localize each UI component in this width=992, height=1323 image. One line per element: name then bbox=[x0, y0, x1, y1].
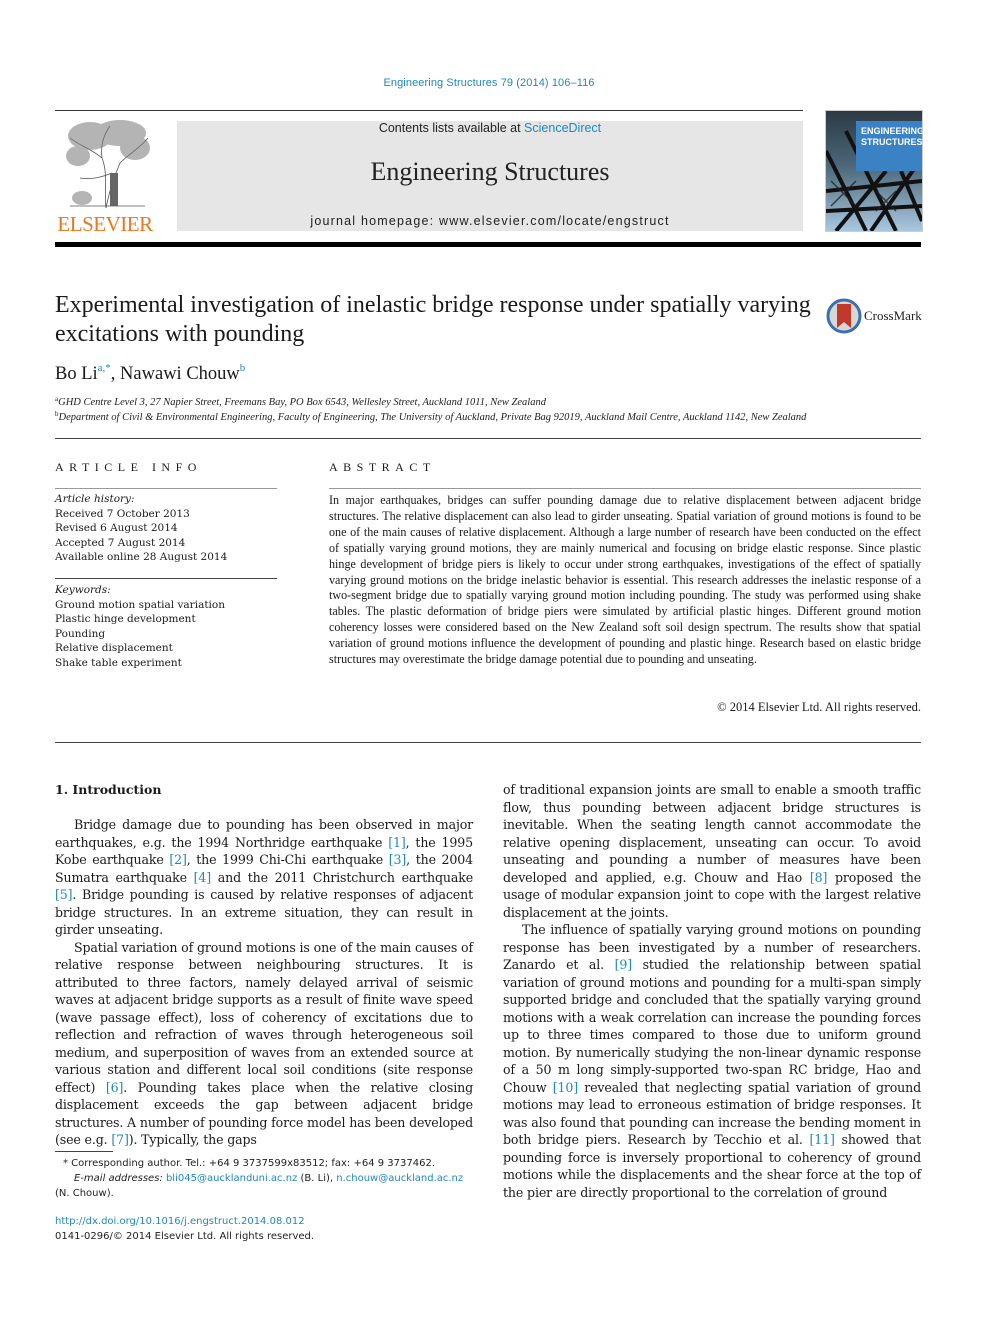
body-paragraph: of traditional expansion joints are smal… bbox=[503, 781, 921, 921]
sciencedirect-link[interactable]: ScienceDirect bbox=[524, 121, 601, 135]
footnote: * Corresponding author. Tel.: +64 9 3737… bbox=[55, 1156, 473, 1201]
affiliation-text: Department of Civil & Environmental Engi… bbox=[58, 412, 807, 423]
journal-name: Engineering Structures bbox=[370, 157, 610, 186]
citation-link[interactable]: [5] bbox=[55, 887, 73, 902]
abstract-text: In major earthquakes, bridges can suffer… bbox=[329, 493, 921, 667]
corresponding-author-note: * Corresponding author. Tel.: +64 9 3737… bbox=[63, 1158, 436, 1169]
citation-link[interactable]: [1] bbox=[388, 835, 406, 850]
crossmark-button[interactable]: CrossMark bbox=[826, 298, 926, 334]
email-link-li[interactable]: bli045@aucklanduni.ac.nz bbox=[166, 1173, 297, 1184]
article-info-heading: ARTICLE INFO bbox=[55, 460, 202, 474]
keywords: Keywords: Ground motion spatial variatio… bbox=[55, 583, 225, 670]
affiliation-text: GHD Centre Level 3, 27 Napier Street, Fr… bbox=[58, 397, 546, 408]
abstract-rule bbox=[329, 488, 921, 489]
paragraph-text: , the 1999 Chi-Chi earthquake bbox=[186, 852, 389, 867]
header-rule bbox=[55, 110, 803, 111]
crossmark-label: CrossMark bbox=[864, 308, 922, 323]
history-item: Available online 28 August 2014 bbox=[55, 551, 228, 563]
paragraph-text: studied the relationship between spatial… bbox=[503, 957, 921, 1095]
journal-banner: Contents lists available at ScienceDirec… bbox=[177, 121, 803, 231]
article-info-rule bbox=[55, 488, 277, 489]
citation-link[interactable]: [11] bbox=[809, 1132, 834, 1147]
contents-line: Contents lists available at ScienceDirec… bbox=[177, 121, 803, 135]
issn-copyright: 0141-0296/© 2014 Elsevier Ltd. All right… bbox=[55, 1231, 315, 1242]
citation-link[interactable]: [9] bbox=[615, 957, 633, 972]
author-name[interactable]: Bo Li bbox=[55, 364, 98, 384]
header-thick-rule bbox=[55, 242, 921, 247]
history-label: Article history: bbox=[55, 493, 135, 505]
citation-link[interactable]: [10] bbox=[553, 1080, 578, 1095]
paragraph-text: . Bridge pounding is caused by relative … bbox=[55, 887, 473, 937]
email-label: E-mail addresses: bbox=[74, 1173, 166, 1184]
abstract-copyright: © 2014 Elsevier Ltd. All rights reserved… bbox=[717, 700, 921, 714]
keywords-rule bbox=[55, 578, 277, 579]
email-owner-li: (B. Li), bbox=[297, 1173, 337, 1184]
journal-cover-image[interactable]: ENGINEERING STRUCTURES bbox=[825, 110, 923, 232]
keywords-label: Keywords: bbox=[55, 584, 111, 596]
elsevier-tree-icon bbox=[66, 120, 150, 209]
citation-link[interactable]: [7] bbox=[111, 1132, 129, 1147]
body-paragraph: Spatial variation of ground motions is o… bbox=[55, 939, 473, 1149]
body-column-left: Bridge damage due to pounding has been o… bbox=[55, 816, 473, 1149]
keyword: Ground motion spatial variation bbox=[55, 598, 225, 611]
email-link-chouw[interactable]: n.chouw@auckland.ac.nz bbox=[336, 1173, 463, 1184]
cover-title-line1: ENGINEERING bbox=[861, 126, 923, 136]
citation-link[interactable]: [3] bbox=[389, 852, 407, 867]
doi-link[interactable]: http://dx.doi.org/10.1016/j.engstruct.20… bbox=[55, 1216, 305, 1227]
section-heading: 1. Introduction bbox=[55, 782, 162, 797]
abstract-heading: ABSTRACT bbox=[329, 460, 436, 474]
abstract-end-rule bbox=[55, 742, 921, 743]
homepage-prefix: journal homepage: bbox=[310, 214, 439, 228]
history-item: Received 7 October 2013 bbox=[55, 507, 190, 520]
elsevier-wordmark: ELSEVIER bbox=[57, 212, 153, 236]
crossmark-icon bbox=[826, 298, 862, 334]
keyword: Pounding bbox=[55, 627, 106, 640]
citation-link[interactable]: [6] bbox=[106, 1080, 124, 1095]
author-marks[interactable]: a,* bbox=[98, 362, 111, 374]
citation-link[interactable]: [4] bbox=[194, 870, 212, 885]
author-list: Bo Lia,*, Nawawi Chouwb bbox=[55, 362, 245, 385]
history-item: Accepted 7 August 2014 bbox=[55, 536, 186, 549]
cover-title: ENGINEERING STRUCTURES bbox=[856, 121, 922, 171]
citation-link[interactable]: [2] bbox=[169, 852, 187, 867]
affiliation-rule bbox=[55, 438, 921, 439]
author-separator: , bbox=[110, 364, 121, 384]
article-title: Experimental investigation of inelastic … bbox=[55, 292, 811, 347]
body-paragraph: The influence of spatially varying groun… bbox=[503, 921, 921, 1201]
cover-title-line2: STRUCTURES bbox=[861, 137, 923, 147]
body-column-right: of traditional expansion joints are smal… bbox=[503, 781, 921, 1201]
keyword: Plastic hinge development bbox=[55, 613, 196, 625]
journal-homepage: journal homepage: www.elsevier.com/locat… bbox=[177, 214, 803, 228]
citation-link[interactable]: [8] bbox=[810, 870, 828, 885]
keyword: Relative displacement bbox=[55, 642, 173, 654]
body-paragraph: Bridge damage due to pounding has been o… bbox=[55, 816, 473, 939]
paragraph-text: and the 2011 Christchurch earthquake bbox=[211, 869, 473, 885]
keyword: Shake table experiment bbox=[55, 656, 182, 669]
homepage-url[interactable]: www.elsevier.com/locate/engstruct bbox=[439, 214, 670, 228]
contents-prefix: Contents lists available at bbox=[378, 121, 525, 135]
paragraph-text: Spatial variation of ground motions is o… bbox=[55, 939, 473, 1095]
author-name[interactable]: Nawawi Chouw bbox=[120, 364, 240, 384]
history-item: Revised 6 August 2014 bbox=[55, 522, 178, 534]
email-owner-chouw: (N. Chouw). bbox=[55, 1188, 114, 1199]
footnote-rule bbox=[55, 1151, 113, 1152]
journal-reference-link[interactable]: Engineering Structures 79 (2014) 106–116 bbox=[0, 77, 978, 89]
author-marks[interactable]: b bbox=[240, 362, 246, 374]
affiliation-b: bDepartment of Civil & Environmental Eng… bbox=[55, 410, 806, 423]
elsevier-logo[interactable]: ELSEVIER bbox=[54, 118, 156, 236]
email-line: E-mail addresses: bli045@aucklanduni.ac.… bbox=[55, 1171, 473, 1186]
article-history: Article history: Received 7 October 2013… bbox=[55, 492, 227, 565]
affiliation-a: aGHD Centre Level 3, 27 Napier Street, F… bbox=[55, 395, 546, 408]
paragraph-text: ). Typically, the gaps bbox=[128, 1132, 257, 1147]
